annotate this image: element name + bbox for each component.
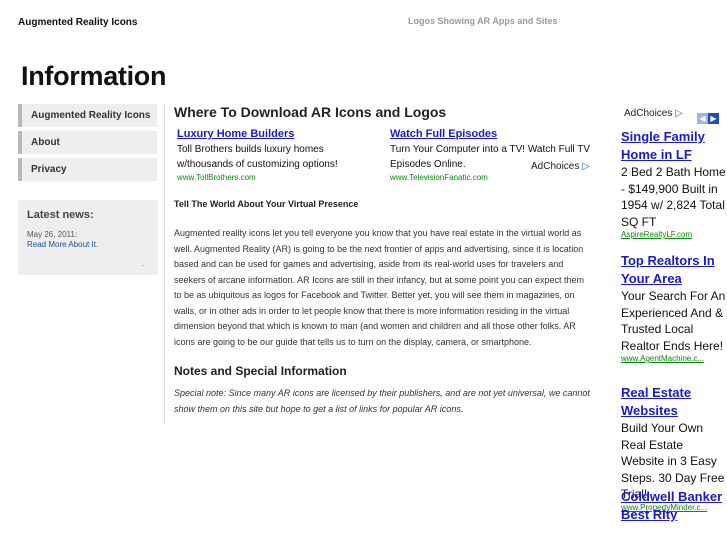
ad-description: Toll Brothers builds luxury homes w/thou… [177, 144, 338, 170]
right-ad-title-link[interactable]: Coldwell Banker Best Rlty [621, 488, 727, 524]
sidebar-item-about[interactable]: About [18, 131, 157, 154]
right-ad: Single Family Home in LF 2 Bed 2 Bath Ho… [621, 128, 727, 239]
notes-heading: Notes and Special Information [174, 364, 347, 378]
text-ad: Luxury Home Builders Toll Brothers build… [177, 128, 382, 181]
content-divider [164, 104, 165, 424]
body-paragraph: Augmented reality icons let you tell eve… [174, 228, 585, 347]
news-date: May 26, 2011: [27, 230, 78, 239]
site-tagline: Logos Showing AR Apps and Sites [408, 16, 558, 26]
sidebar-item-augmented-reality-icons[interactable]: Augmented Reality Icons [18, 104, 157, 127]
notes-paragraph: Special note: Since many AR icons are li… [174, 388, 590, 414]
chevron-left-icon[interactable]: ◀ [697, 113, 708, 124]
adchoices-label: AdChoices [624, 108, 673, 119]
right-ad-column: AdChoices ▷ ◀ ▶ Single Family Home in LF … [608, 104, 727, 545]
right-ad-description: 2 Bed 2 Bath Home - $149,900 Built in 19… [621, 165, 726, 229]
adchoices-icon: ▷ [675, 108, 683, 119]
sidebar-item-privacy[interactable]: Privacy [18, 158, 157, 181]
section-title: Tell The World About Your Virtual Presen… [174, 199, 359, 209]
page-title: Information [21, 61, 167, 91]
text-ad: Watch Full Episodes Turn Your Computer i… [390, 128, 595, 181]
adchoices-header[interactable]: AdChoices ▷ [624, 108, 683, 119]
adchoices-label: AdChoices [531, 161, 580, 172]
right-ad-title-link[interactable]: Top Realtors In Your Area [621, 252, 727, 288]
right-ad-url-link[interactable]: AspireRealtyLF.com [621, 230, 727, 239]
main-content: Where To Download AR Icons and Logos Lux… [174, 104, 599, 417]
right-ad-title-link[interactable]: Real Estate Websites [621, 384, 727, 420]
right-ad: Coldwell Banker Best Rlty [621, 488, 727, 524]
latest-news-title: Latest news: [27, 209, 94, 221]
right-ad-url-link[interactable]: www.AgentMachine.c... [621, 354, 727, 363]
ad-nav-arrows: ◀ ▶ [697, 108, 719, 126]
right-ad-title-link[interactable]: Single Family Home in LF [621, 128, 727, 164]
ad-row: Luxury Home Builders Toll Brothers build… [174, 128, 599, 183]
chevron-right-icon[interactable]: ▶ [708, 113, 719, 124]
right-ad-description: Your Search For An Experienced And & Tru… [621, 289, 726, 353]
adchoices-icon: ▷ [582, 161, 590, 172]
site-title[interactable]: Augmented Reality Icons [18, 17, 137, 28]
news-dot: . [141, 259, 144, 268]
ad-url-link[interactable]: www.TollBrothers.com [177, 173, 382, 181]
right-ad: Top Realtors In Your Area Your Search Fo… [621, 252, 727, 363]
news-read-more-link[interactable]: Read More About It. [27, 240, 158, 249]
latest-news-box: Latest news: May 26, 2011: Read More Abo… [18, 200, 158, 275]
ad-title-link[interactable]: Watch Full Episodes [390, 128, 595, 140]
sidebar-nav: Augmented Reality Icons About Privacy [18, 104, 158, 185]
ad-url-link[interactable]: www.TelevisionFanatic.com [390, 173, 595, 181]
main-title: Where To Download AR Icons and Logos [174, 104, 447, 120]
ad-title-link[interactable]: Luxury Home Builders [177, 128, 382, 140]
adchoices-badge[interactable]: AdChoices ▷ [531, 161, 590, 172]
